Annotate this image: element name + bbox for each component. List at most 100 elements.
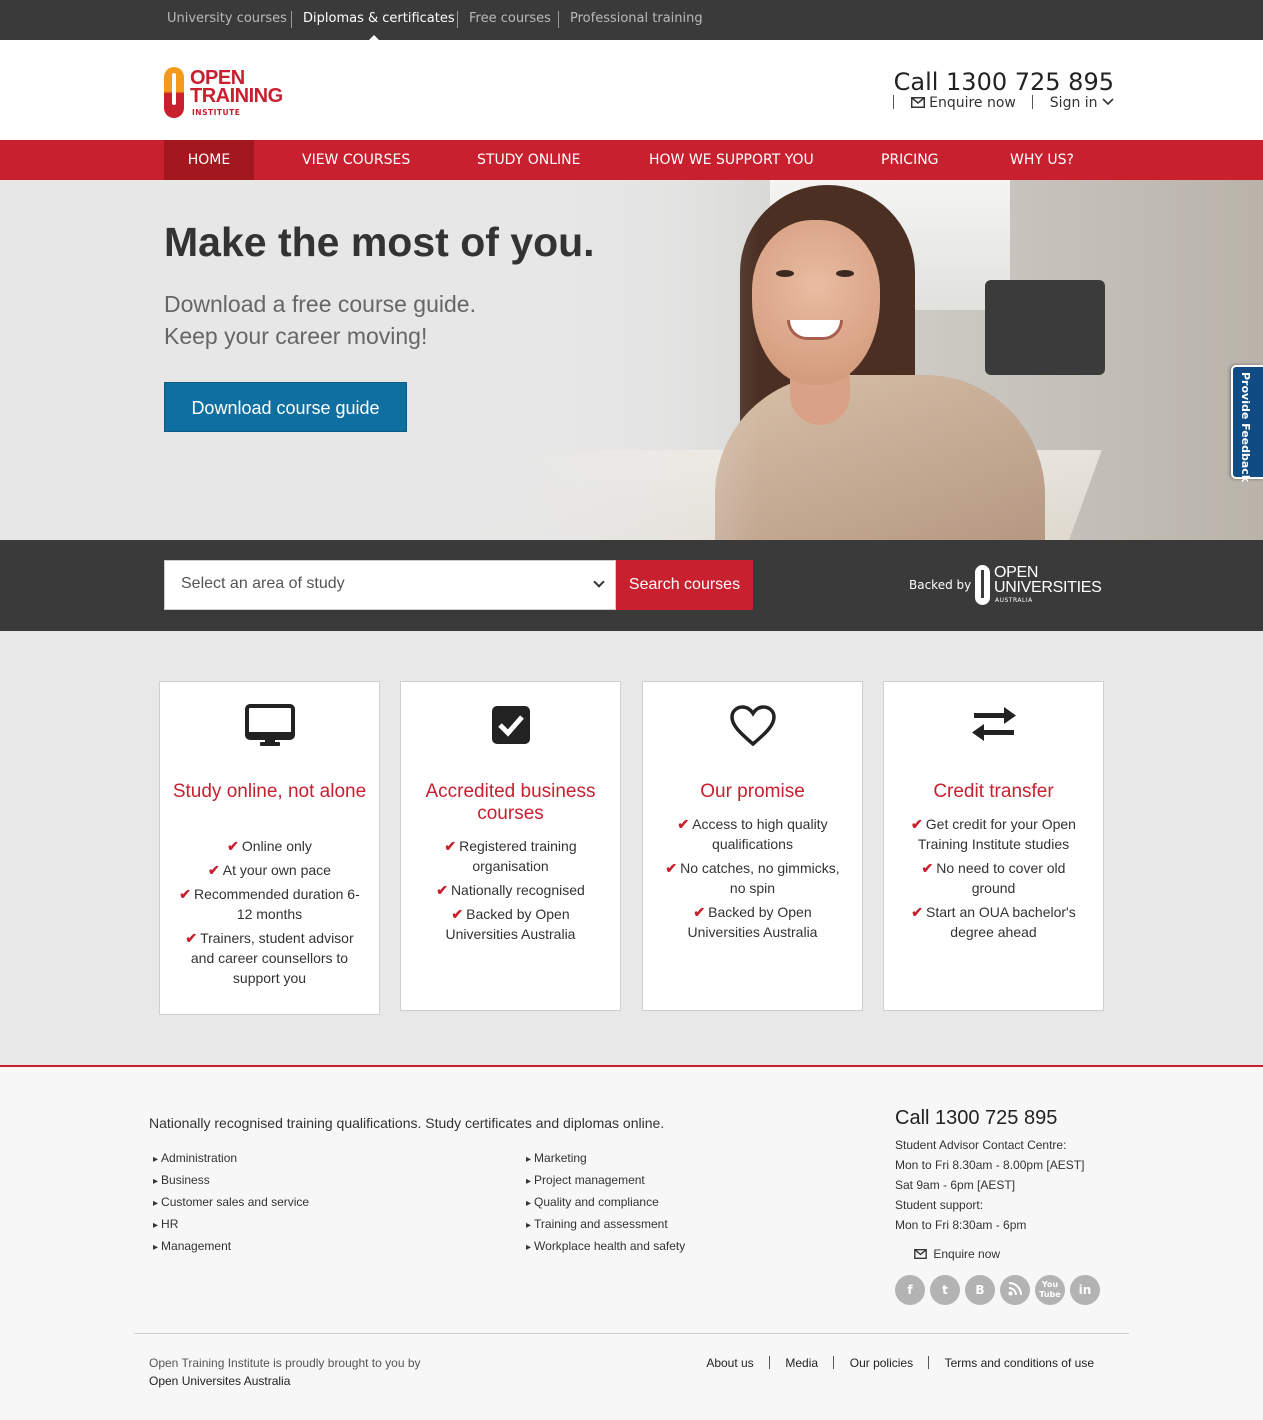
footer-course-list: Marketing Project management Quality and… [526, 1148, 685, 1258]
list-item-text: Registered training organisation [459, 838, 577, 874]
footer-link-about-us[interactable]: About us [706, 1356, 753, 1370]
topbar-link-free-courses[interactable]: Free courses [469, 11, 551, 26]
feature-list: ✔ Get credit for your Open Training Insti… [898, 814, 1089, 946]
oua-logo-text: AUSTRALIA [995, 597, 1033, 604]
nav-item-home[interactable]: HOME [164, 140, 254, 180]
list-item-text: Backed by Open Universities Australia [445, 906, 576, 942]
provide-feedback-tab[interactable]: Provide Feedback [1231, 365, 1263, 482]
hero-banner: Make the most of you. Download a free co… [0, 180, 1263, 540]
area-of-study-select[interactable]: Select an area of study [164, 560, 616, 610]
list-item-text: Online only [241, 838, 312, 854]
checkbox-icon [491, 706, 530, 744]
feature-list: ✔ Registered training organisation ✔ Natio… [415, 836, 606, 948]
footer-contact-hours: Student Advisor Contact Centre: Mon to F… [895, 1135, 1084, 1235]
list-item: ✔ Nationally recognised [415, 880, 606, 900]
footer-link-business[interactable]: Business [153, 1170, 309, 1192]
checkmark-icon: ✔ [208, 862, 220, 878]
footer-tagline: Nationally recognised training qualifica… [149, 1115, 665, 1131]
nav-item-why-us[interactable]: WHY US? [1010, 140, 1074, 180]
footer-phone[interactable]: Call 1300 725 895 [895, 1107, 1057, 1130]
checkmark-icon: ✔ [451, 906, 464, 922]
footer-link-hr[interactable]: HR [153, 1214, 309, 1236]
logo-mark-icon [164, 67, 184, 118]
brought-by-oua-name: Open Universites Australia [149, 1374, 291, 1388]
enquire-now-link[interactable]: Enquire now [910, 95, 1021, 111]
hero-subtitle-line: Download a free course guide. [164, 291, 476, 317]
hero-title: Make the most of you. [164, 219, 595, 265]
contact-hours-line: Student support: [895, 1198, 984, 1212]
divider [1032, 95, 1034, 109]
heart-icon [729, 705, 776, 747]
footer-enquire-now-link[interactable]: Enquire now [914, 1247, 1000, 1261]
photo-body [715, 375, 1045, 540]
footer-link-media[interactable]: Media [785, 1356, 818, 1370]
photo-face [752, 220, 880, 385]
checkmark-icon: ✔ [227, 838, 239, 854]
feature-card-our-promise: Our promise ✔ Access to high quality qual… [642, 681, 863, 1011]
sign-in-link[interactable]: Sign in [1050, 95, 1114, 111]
logo-text-institute: INSTITUTE [192, 108, 241, 117]
nav-item-how-we-support-you[interactable]: HOW WE SUPPORT YOU [649, 140, 814, 180]
site-footer: Nationally recognised training qualifica… [0, 1069, 1263, 1420]
topbar-link-university-courses[interactable]: University courses [167, 11, 287, 26]
feature-title: Study online, not alone [172, 781, 367, 802]
nav-item-view-courses[interactable]: VIEW COURSES [302, 140, 410, 180]
footer-link-marketing[interactable]: Marketing [526, 1148, 685, 1170]
linkedin-icon[interactable]: in [1070, 1275, 1100, 1305]
topbar-link-professional-training[interactable]: Professional training [570, 11, 703, 26]
blogger-icon[interactable]: B [965, 1275, 995, 1305]
footer-link-customer-sales-service[interactable]: Customer sales and service [153, 1192, 309, 1214]
youtube-icon[interactable]: You Tube [1035, 1275, 1065, 1305]
contact-hours-line: Mon to Fri 8.30am - 8.00pm [AEST] [895, 1158, 1085, 1172]
checkmark-icon: ✔ [436, 882, 448, 898]
footer-course-list: Administration Business Customer sales a… [153, 1148, 309, 1258]
divider [291, 11, 292, 28]
site-header: OPEN TRAINING INSTITUTE Call 1300 725 89… [0, 40, 1263, 140]
brought-by-text: Open Training Institute is proudly broug… [149, 1356, 421, 1370]
topbar-link-diplomas-certificates[interactable]: Diplomas & certificates [303, 11, 455, 26]
feature-title: Our promise [700, 781, 805, 802]
oua-logo-text: UNIVERSITIES [994, 579, 1102, 596]
divider [769, 1356, 771, 1369]
facebook-icon[interactable]: f [895, 1275, 925, 1305]
contact-hours-line: Mon to Fri 8:30am - 6pm [895, 1218, 1027, 1232]
enquire-now-label: Enquire now [929, 95, 1016, 111]
top-bar: University courses Diplomas & certificat… [0, 0, 1263, 40]
chevron-down-icon [1102, 98, 1114, 106]
footer-link-our-policies[interactable]: Our policies [850, 1356, 913, 1370]
checkmark-icon: ✔ [921, 860, 934, 876]
list-item-text: Backed by Open Universities Australia [687, 904, 818, 940]
feature-card-accredited-courses: Accredited business courses ✔ Registered … [400, 681, 621, 1011]
footer-link-training-assessment[interactable]: Training and assessment [526, 1214, 685, 1236]
hero-subtitle: Download a free course guide. Keep your … [164, 288, 476, 352]
list-item-text: No catches, no gimmicks, no spin [680, 860, 840, 896]
list-item-text: Get credit for your Open Training Instit… [917, 816, 1076, 852]
footer-divider [134, 1333, 1129, 1334]
checkmark-icon: ✔ [179, 886, 191, 902]
features-section: Study online, not alone ✔ Online only ✔ At… [0, 631, 1263, 1067]
footer-link-project-management[interactable]: Project management [526, 1170, 685, 1192]
feature-card-study-online: Study online, not alone ✔ Online only ✔ At… [159, 681, 380, 1015]
nav-item-study-online[interactable]: STUDY ONLINE [477, 140, 580, 180]
footer-link-workplace-health-safety[interactable]: Workplace health and safety [526, 1236, 685, 1258]
download-course-guide-button[interactable]: Download course guide [164, 382, 407, 432]
contact-hours-line: Student Advisor Contact Centre: [895, 1138, 1067, 1152]
contact-hours-line: Sat 9am - 6pm [AEST] [895, 1178, 1016, 1192]
list-item-text: Nationally recognised [450, 882, 585, 898]
divider [457, 11, 458, 28]
header-phone[interactable]: Call 1300 725 895 [894, 68, 1114, 96]
footer-link-administration[interactable]: Administration [153, 1148, 309, 1170]
twitter-icon[interactable]: t [930, 1275, 960, 1305]
brought-by-oua-link[interactable]: Open Universites Australia [149, 1372, 421, 1390]
header-links: Enquire now Sign in [881, 95, 1114, 111]
footer-link-quality-compliance[interactable]: Quality and compliance [526, 1192, 685, 1214]
list-item: ✔ At your own pace [174, 860, 365, 880]
nav-item-pricing[interactable]: PRICING [881, 140, 939, 180]
rss-icon[interactable] [1000, 1275, 1030, 1305]
list-item: ✔ No catches, no gimmicks, no spin [657, 858, 848, 898]
footer-link-terms-conditions[interactable]: Terms and conditions of use [945, 1356, 1094, 1370]
envelope-icon [914, 1249, 927, 1259]
footer-link-management[interactable]: Management [153, 1236, 309, 1258]
search-courses-button[interactable]: Search courses [616, 560, 753, 610]
monitor-icon [244, 704, 295, 746]
